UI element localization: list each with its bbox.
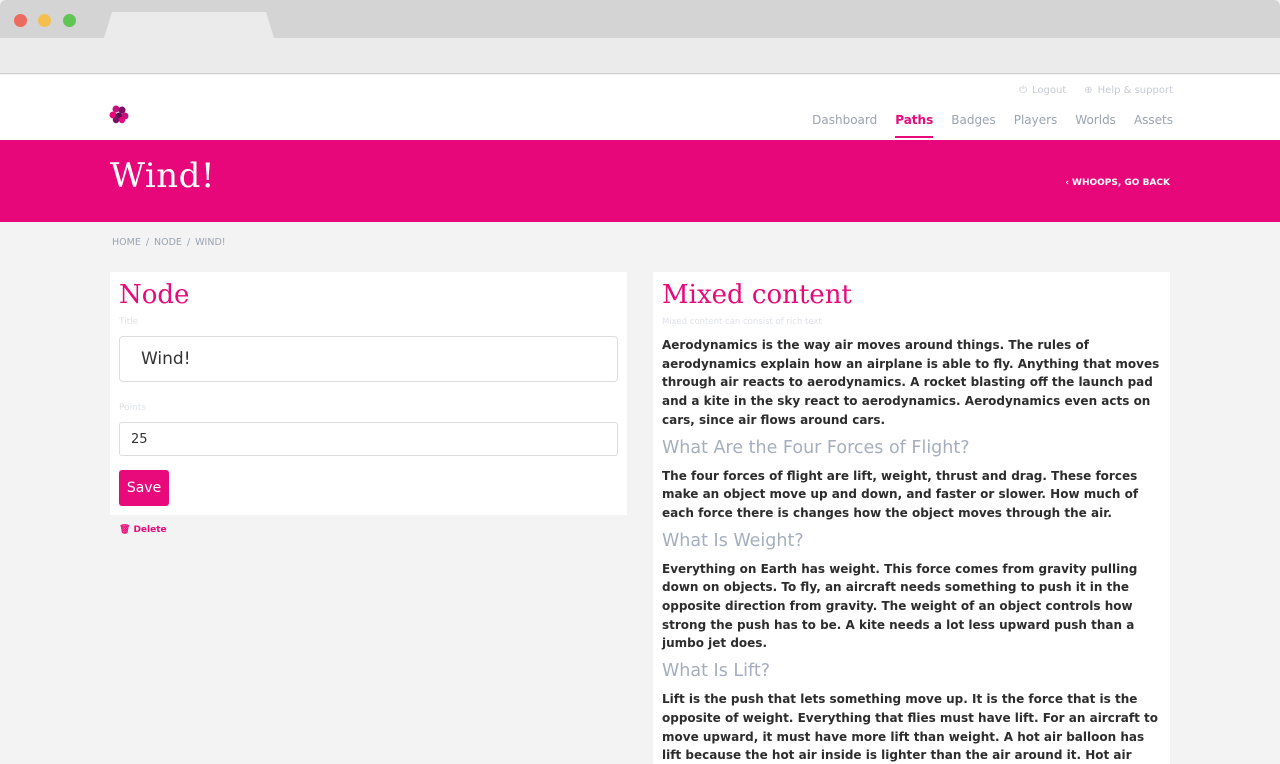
utility-links: ⏻ Logout ⊕ Help & support [1019, 85, 1173, 96]
nav-item-players[interactable]: Players [1014, 113, 1058, 138]
nav-item-dashboard[interactable]: Dashboard [812, 113, 877, 138]
back-button[interactable]: ‹ WHOOPS, GO BACK [1065, 178, 1170, 188]
breadcrumb-separator: / [186, 237, 191, 248]
title-label: Title [119, 317, 139, 327]
power-icon: ⏻ [1019, 85, 1027, 96]
app-header: ⏻ Logout ⊕ Help & support Dashboard Path… [0, 75, 1280, 140]
trash-icon: 🗑 [119, 525, 131, 535]
mixed-content-panel: Mixed content Mixed content can consist … [653, 272, 1170, 764]
breadcrumb-node[interactable]: NODE [154, 237, 182, 248]
breadcrumb-separator: / [145, 237, 150, 248]
nav-item-paths[interactable]: Paths [895, 113, 934, 138]
save-button[interactable]: Save [119, 470, 169, 506]
section-body: Everything on Earth has weight. This for… [662, 561, 1138, 651]
browser-titlebar [0, 0, 1280, 38]
breadcrumb-current: WIND! [195, 237, 226, 248]
help-support-label: Help & support [1097, 85, 1173, 96]
back-label: WHOOPS, GO BACK [1072, 178, 1170, 188]
chevron-left-icon: ‹ [1065, 178, 1070, 188]
points-input[interactable]: 25 [119, 422, 618, 456]
mixed-content-heading: Mixed content [662, 280, 852, 310]
breadcrumb: HOME / NODE / WIND! [112, 237, 226, 248]
breadcrumb-home[interactable]: HOME [112, 237, 141, 248]
section-heading: What Is Lift? [662, 661, 770, 682]
node-form-panel: Node Title Wind! Points 25 Save [110, 272, 627, 515]
mixed-content-subtext: Mixed content can consist of rich text [662, 317, 822, 327]
rich-text-content[interactable]: Aerodynamics is the way air moves around… [662, 336, 1162, 764]
lifebuoy-icon: ⊕ [1084, 85, 1093, 96]
nav-item-worlds[interactable]: Worlds [1075, 113, 1116, 138]
maximize-window-button[interactable] [63, 14, 76, 27]
browser-tab[interactable] [104, 12, 274, 38]
help-support-link[interactable]: ⊕ Help & support [1084, 85, 1173, 96]
page-hero: Wind! ‹ WHOOPS, GO BACK [0, 140, 1280, 222]
title-input[interactable]: Wind! [119, 336, 618, 382]
section-heading: What Is Weight? [662, 530, 804, 551]
browser-toolbar [0, 38, 1280, 74]
nav-item-assets[interactable]: Assets [1134, 113, 1173, 138]
logout-link[interactable]: ⏻ Logout [1019, 85, 1066, 96]
points-label: Points [119, 403, 147, 413]
logout-label: Logout [1032, 85, 1067, 96]
close-window-button[interactable] [14, 14, 27, 27]
main-nav: Dashboard Paths Badges Players Worlds As… [812, 113, 1173, 138]
section-body: The four forces of flight are lift, weig… [662, 468, 1139, 520]
node-heading: Node [119, 280, 190, 310]
delete-link[interactable]: 🗑 Delete [119, 525, 167, 535]
minimize-window-button[interactable] [38, 14, 51, 27]
nav-item-badges[interactable]: Badges [951, 113, 995, 138]
page-title: Wind! [110, 156, 216, 196]
section-body: Lift is the push that lets something mov… [662, 692, 1158, 763]
section-heading: What Are the Four Forces of Flight? [662, 437, 970, 458]
app-logo-icon[interactable] [108, 104, 130, 124]
delete-label: Delete [133, 525, 167, 535]
lead-paragraph: Aerodynamics is the way air moves around… [662, 338, 1160, 427]
